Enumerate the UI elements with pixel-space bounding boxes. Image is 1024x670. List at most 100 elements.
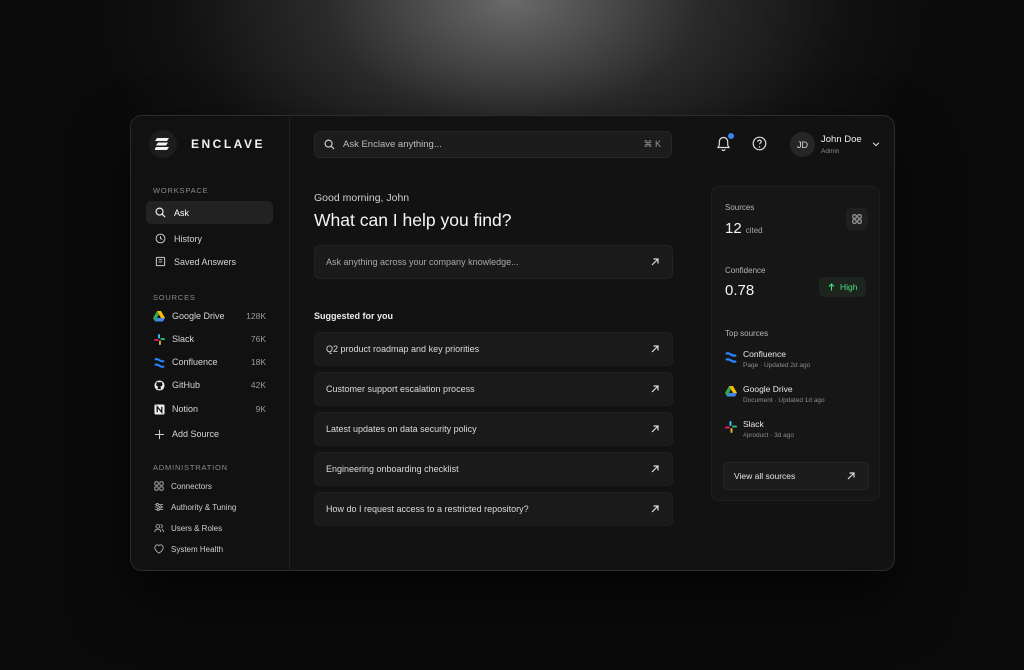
app-name: ENCLAVE bbox=[191, 137, 265, 151]
source-label: Confluence bbox=[172, 357, 218, 367]
google-drive-icon bbox=[153, 310, 165, 322]
source-count: 76K bbox=[250, 334, 266, 344]
sidebar-item-authority-tuning[interactable]: Authority & Tuning bbox=[146, 498, 273, 516]
arrow-up-right-icon bbox=[650, 424, 660, 434]
view-all-label: View all sources bbox=[734, 471, 796, 481]
ask-input[interactable]: Ask anything across your company knowled… bbox=[314, 245, 673, 279]
sources-grid-button[interactable] bbox=[846, 208, 868, 230]
confidence-badge-label: High bbox=[840, 282, 858, 292]
suggestion-label: How do I request access to a restricted … bbox=[326, 504, 529, 514]
sources-label: Sources bbox=[725, 203, 755, 212]
bookmark-icon bbox=[154, 256, 166, 268]
help-button[interactable] bbox=[752, 136, 768, 152]
arrow-up-right-icon bbox=[650, 384, 660, 394]
sidebar-item-system-health[interactable]: System Health bbox=[146, 540, 273, 558]
admin-item-label: Authority & Tuning bbox=[171, 502, 237, 512]
suggestion-label: Q2 product roadmap and key priorities bbox=[326, 344, 480, 354]
workspace-section-title: WORKSPACE bbox=[153, 186, 209, 195]
app-window: ENCLAVE WORKSPACE Ask History Saved Answ… bbox=[130, 115, 895, 571]
suggestion-item[interactable]: Customer support escalation process bbox=[314, 372, 673, 406]
enclave-logo-icon bbox=[149, 130, 177, 158]
health-icon bbox=[153, 544, 164, 555]
top-source-meta: Document · Updated 1d ago bbox=[743, 397, 825, 404]
source-label: Slack bbox=[172, 334, 195, 344]
admin-item-label: System Health bbox=[171, 544, 224, 554]
add-source-label: Add Source bbox=[172, 429, 220, 439]
greeting: Good morning, John bbox=[314, 192, 410, 204]
github-icon bbox=[153, 379, 165, 391]
sources-count-suffix: cited bbox=[745, 226, 763, 235]
admin-item-label: Connectors bbox=[171, 481, 212, 491]
top-source-item[interactable]: Slack #product · 3d ago bbox=[725, 419, 875, 445]
sliders-icon bbox=[153, 502, 164, 513]
top-source-name: Google Drive bbox=[743, 384, 793, 394]
sources-panel: Sources 12 cited Confidence 0.78 High Top… bbox=[711, 186, 880, 501]
source-count: 128K bbox=[246, 311, 266, 321]
sidebar-item-github[interactable]: GitHub 42K bbox=[146, 375, 273, 395]
search-icon bbox=[154, 207, 166, 219]
sidebar-item-label: Ask bbox=[174, 207, 190, 218]
suggestion-label: Engineering onboarding checklist bbox=[326, 464, 459, 474]
sidebar-item-history[interactable]: History bbox=[146, 227, 273, 250]
user-role: Admin bbox=[821, 148, 840, 155]
logo[interactable]: ENCLAVE bbox=[149, 130, 265, 158]
arrow-up-right-icon bbox=[650, 504, 660, 514]
notifications-button[interactable] bbox=[716, 133, 734, 152]
arrow-up-right-icon bbox=[650, 464, 660, 474]
sidebar-item-connectors[interactable]: Connectors bbox=[146, 477, 273, 495]
sources-section-title: SOURCES bbox=[153, 293, 196, 302]
search-input[interactable]: Ask Enclave anything... ⌘ K bbox=[314, 131, 672, 158]
add-source-button[interactable]: Add Source bbox=[146, 424, 273, 444]
users-icon bbox=[153, 523, 164, 534]
user-name: John Doe bbox=[821, 134, 862, 145]
top-source-item[interactable]: Google Drive Document · Updated 1d ago bbox=[725, 384, 875, 410]
notion-icon bbox=[153, 403, 165, 415]
sidebar-item-slack[interactable]: Slack 76K bbox=[146, 329, 273, 349]
source-label: GitHub bbox=[172, 380, 201, 390]
top-source-meta: Page · Updated 2d ago bbox=[743, 362, 811, 369]
suggestion-item[interactable]: Q2 product roadmap and key priorities bbox=[314, 332, 673, 366]
search-shortcut: ⌘ K bbox=[643, 139, 661, 149]
sidebar-item-notion[interactable]: Notion 9K bbox=[146, 399, 273, 419]
sidebar: ENCLAVE WORKSPACE Ask History Saved Answ… bbox=[131, 116, 290, 570]
arrow-up-right-icon[interactable] bbox=[650, 257, 660, 267]
suggestion-item[interactable]: Latest updates on data security policy bbox=[314, 412, 673, 446]
slack-icon bbox=[725, 421, 737, 433]
suggestion-item[interactable]: How do I request access to a restricted … bbox=[314, 492, 673, 526]
sidebar-item-saved-answers[interactable]: Saved Answers bbox=[146, 250, 273, 273]
ask-placeholder: Ask anything across your company knowled… bbox=[326, 257, 519, 267]
sources-count: 12 cited bbox=[725, 220, 763, 237]
avatar[interactable]: JD bbox=[790, 132, 815, 157]
top-source-item[interactable]: Confluence Page · Updated 2d ago bbox=[725, 349, 875, 375]
suggestion-item[interactable]: Engineering onboarding checklist bbox=[314, 452, 673, 486]
admin-item-label: Users & Roles bbox=[171, 523, 223, 533]
sidebar-item-ask[interactable]: Ask bbox=[146, 201, 273, 224]
confidence-badge: High bbox=[819, 277, 867, 297]
top-source-name: Confluence bbox=[743, 349, 787, 359]
confluence-icon bbox=[725, 351, 737, 363]
sidebar-item-confluence[interactable]: Confluence 18K bbox=[146, 352, 273, 372]
sidebar-item-users-roles[interactable]: Users & Roles bbox=[146, 519, 273, 537]
sidebar-item-google-drive[interactable]: Google Drive 128K bbox=[146, 306, 273, 326]
source-count: 42K bbox=[250, 380, 266, 390]
search-placeholder: Ask Enclave anything... bbox=[343, 139, 442, 150]
administration-section-title: ADMINISTRATION bbox=[153, 463, 228, 472]
help-icon bbox=[752, 136, 768, 151]
confidence-label: Confidence bbox=[725, 266, 766, 275]
slack-icon bbox=[153, 333, 165, 345]
google-drive-icon bbox=[725, 386, 737, 398]
suggestion-label: Latest updates on data security policy bbox=[326, 424, 477, 434]
sidebar-item-label: Saved Answers bbox=[174, 256, 237, 267]
arrow-up-icon bbox=[828, 283, 835, 291]
grid-icon bbox=[852, 214, 862, 224]
arrow-up-right-icon bbox=[846, 471, 856, 481]
notification-badge bbox=[728, 133, 734, 139]
suggestion-label: Customer support escalation process bbox=[326, 384, 475, 394]
page-title: What can I help you find? bbox=[314, 210, 512, 230]
suggested-title: Suggested for you bbox=[314, 311, 394, 321]
sidebar-item-label: History bbox=[174, 233, 203, 244]
top-sources-label: Top sources bbox=[725, 329, 769, 338]
view-all-sources-button[interactable]: View all sources bbox=[723, 462, 869, 490]
user-menu-toggle[interactable] bbox=[871, 139, 883, 151]
plus-icon bbox=[153, 428, 165, 440]
